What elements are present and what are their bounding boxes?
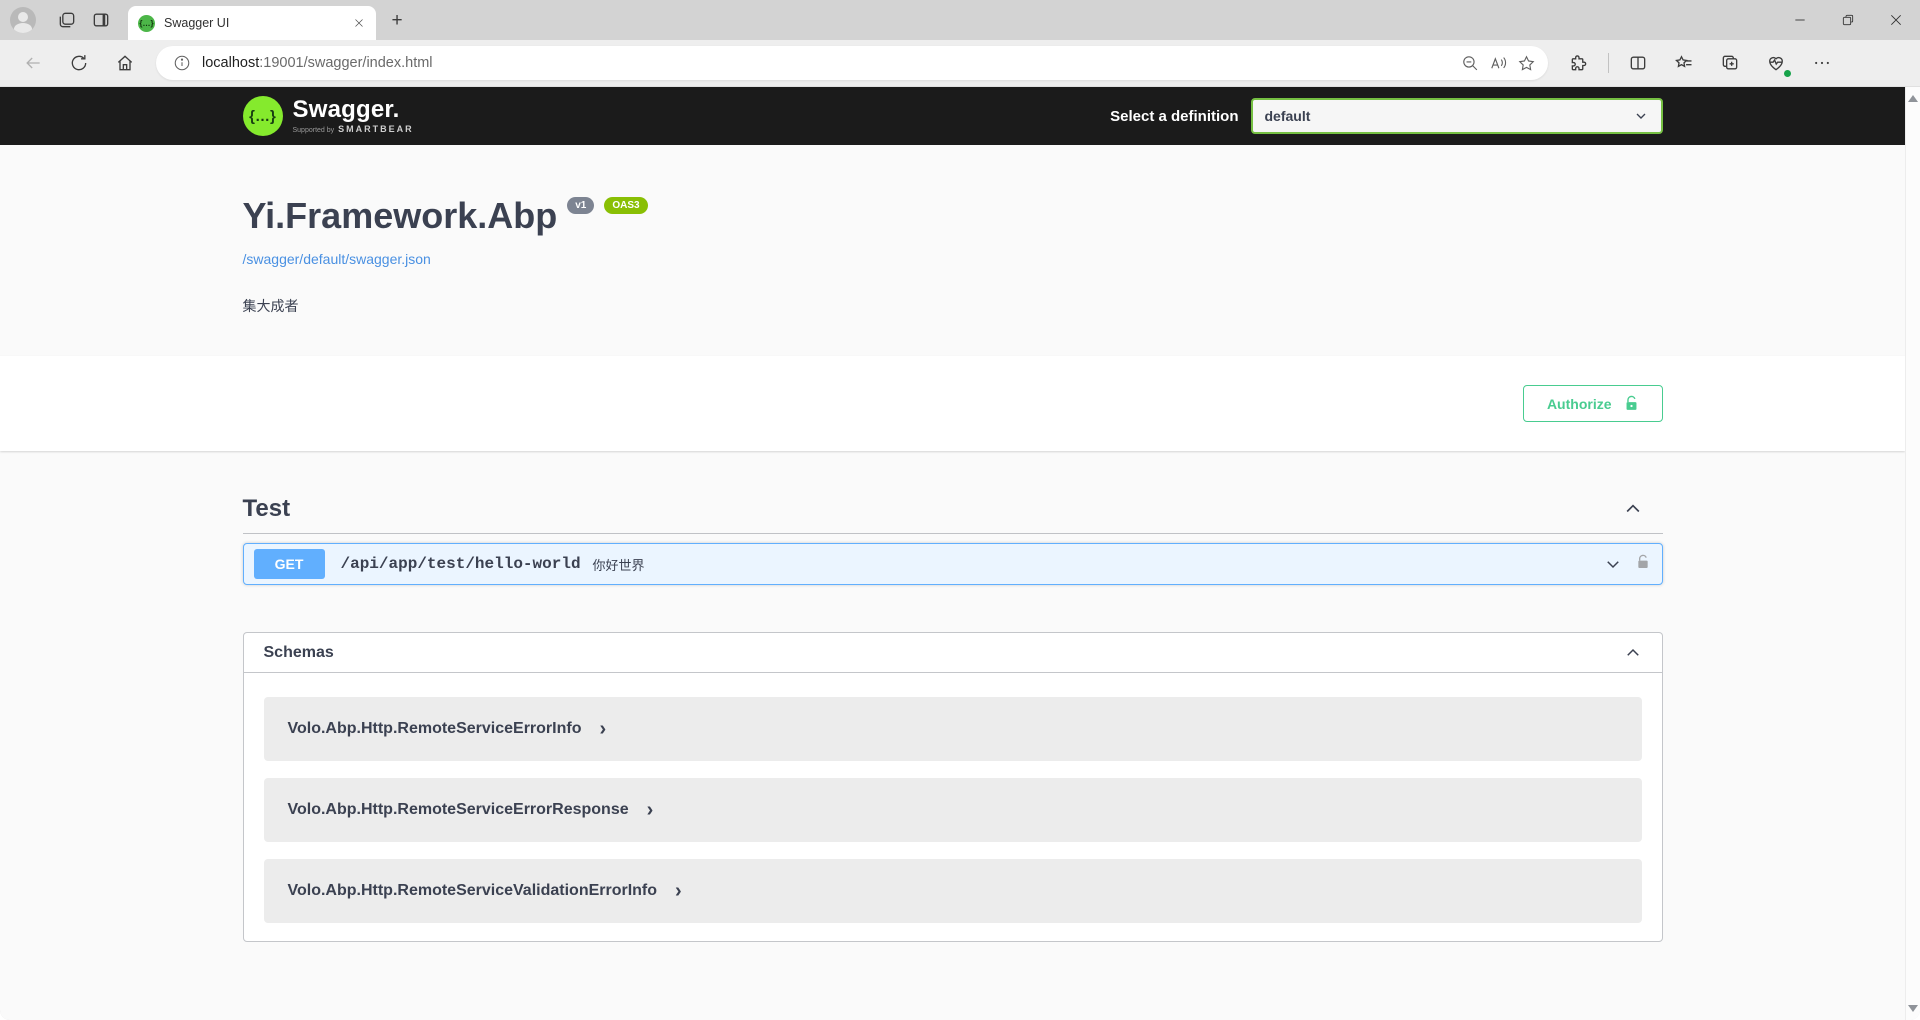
tag-name: Test (243, 495, 291, 523)
spec-json-link[interactable]: /swagger/default/swagger.json (243, 251, 431, 267)
swagger-logo: {…} Swagger. Supported by SMARTBEAR (243, 96, 414, 136)
profile-avatar[interactable] (10, 7, 36, 33)
split-screen-icon[interactable] (1621, 46, 1655, 80)
info-section: Yi.Framework.Abp v1 OAS3 /swagger/defaul… (0, 145, 1905, 356)
expand-operation-icon[interactable] (1604, 555, 1622, 573)
back-icon[interactable] (16, 46, 50, 80)
http-method-badge: GET (254, 549, 325, 579)
chevron-right-icon: › (647, 800, 654, 820)
oas3-badge: OAS3 (604, 197, 647, 214)
collapse-schemas-icon[interactable] (1624, 644, 1642, 662)
operation-summary: 你好世界 (593, 555, 645, 574)
avatar-head (18, 12, 28, 22)
model-row-validation-error-info[interactable]: Volo.Abp.Http.RemoteServiceValidationErr… (264, 859, 1642, 923)
favorites-icon[interactable] (1667, 46, 1701, 80)
api-description: 集大成者 (243, 296, 1663, 316)
swagger-favicon-icon: {…} (138, 15, 155, 32)
tab-title: Swagger UI (164, 16, 350, 30)
tab-strip: {…} Swagger UI + (0, 0, 1920, 40)
page-viewport: {…} Swagger. Supported by SMARTBEAR Sele… (0, 87, 1920, 1020)
scroll-down-icon[interactable] (1908, 1005, 1918, 1012)
schemas-title: Schemas (264, 644, 334, 662)
avatar-body (14, 23, 32, 33)
opblock-get-hello-world[interactable]: GET /api/app/test/hello-world 你好世界 (243, 543, 1663, 585)
swagger-logo-text: Swagger. (293, 98, 414, 122)
browser-essentials-icon[interactable] (1759, 46, 1793, 80)
zoom-out-icon[interactable] (1456, 49, 1484, 77)
logo-tagline: Supported by SMARTBEAR (293, 125, 414, 134)
browser-toolbar: localhost:19001/swagger/index.html (0, 40, 1920, 87)
url-path: :19001/swagger/index.html (259, 55, 432, 71)
definition-select[interactable]: default (1251, 98, 1663, 134)
url-text: localhost:19001/swagger/index.html (202, 55, 1456, 71)
version-badge: v1 (567, 197, 594, 214)
swagger-topbar: {…} Swagger. Supported by SMARTBEAR Sele… (0, 87, 1905, 145)
tagline-prefix: Supported by (293, 127, 335, 134)
tag-section-test[interactable]: Test (243, 485, 1663, 534)
scheme-container: Authorize (0, 356, 1905, 451)
unlock-icon (1624, 395, 1639, 412)
toolbar-divider (1608, 53, 1609, 73)
model-row-error-response[interactable]: Volo.Abp.Http.RemoteServiceErrorResponse… (264, 778, 1642, 842)
collections-icon[interactable] (1713, 46, 1747, 80)
schemas-header[interactable]: Schemas (244, 633, 1662, 673)
operations-section: Test GET /api/app/test/hello-world 你好世界 (243, 451, 1663, 1002)
schemas-list: Volo.Abp.Http.RemoteServiceErrorInfo › V… (244, 673, 1662, 941)
collapse-tag-icon[interactable] (1623, 499, 1643, 519)
close-window-button[interactable] (1872, 0, 1920, 40)
chevron-right-icon: › (599, 719, 606, 739)
api-title-text: Yi.Framework.Abp (243, 195, 558, 237)
read-aloud-icon[interactable] (1484, 49, 1512, 77)
favorite-star-icon[interactable] (1512, 49, 1540, 77)
chevron-down-icon (1633, 108, 1649, 124)
url-host: localhost (202, 55, 259, 71)
schemas-section: Schemas Volo.Abp.Http.RemoteServiceError… (243, 632, 1663, 942)
model-name: Volo.Abp.Http.RemoteServiceErrorInfo (288, 720, 582, 738)
model-name: Volo.Abp.Http.RemoteServiceErrorResponse (288, 801, 629, 819)
scroll-up-icon[interactable] (1908, 95, 1918, 102)
settings-more-icon[interactable] (1805, 46, 1839, 80)
browser-tab[interactable]: {…} Swagger UI (128, 6, 376, 40)
swagger-logo-icon: {…} (243, 96, 283, 136)
home-icon[interactable] (108, 46, 142, 80)
refresh-icon[interactable] (62, 46, 96, 80)
tab-actions-icon[interactable] (84, 4, 118, 36)
definition-select-label: Select a definition (1110, 108, 1238, 125)
model-row-error-info[interactable]: Volo.Abp.Http.RemoteServiceErrorInfo › (264, 697, 1642, 761)
tagline-brand: SMARTBEAR (338, 125, 414, 134)
site-info-icon[interactable] (168, 49, 196, 77)
new-tab-button[interactable]: + (382, 5, 412, 35)
operation-lock-icon[interactable] (1636, 554, 1650, 575)
essentials-status-dot (1783, 69, 1792, 78)
model-name: Volo.Abp.Http.RemoteServiceValidationErr… (288, 882, 658, 900)
swagger-page: {…} Swagger. Supported by SMARTBEAR Sele… (0, 87, 1920, 1020)
operation-path: /api/app/test/hello-world (341, 555, 581, 573)
definition-selected-value: default (1265, 108, 1311, 124)
api-title: Yi.Framework.Abp v1 OAS3 (243, 195, 1663, 237)
authorize-button[interactable]: Authorize (1523, 385, 1663, 422)
workspaces-icon[interactable] (50, 4, 84, 36)
minimize-button[interactable] (1776, 0, 1824, 40)
chevron-right-icon: › (675, 881, 682, 901)
tab-close-icon[interactable] (350, 14, 368, 32)
extensions-icon[interactable] (1562, 46, 1596, 80)
window-controls (1776, 0, 1920, 40)
authorize-label: Authorize (1547, 396, 1612, 412)
browser-window: {…} Swagger UI + (0, 0, 1920, 1020)
restore-button[interactable] (1824, 0, 1872, 40)
address-bar[interactable]: localhost:19001/swagger/index.html (156, 46, 1548, 80)
scrollbar[interactable] (1905, 87, 1920, 1020)
